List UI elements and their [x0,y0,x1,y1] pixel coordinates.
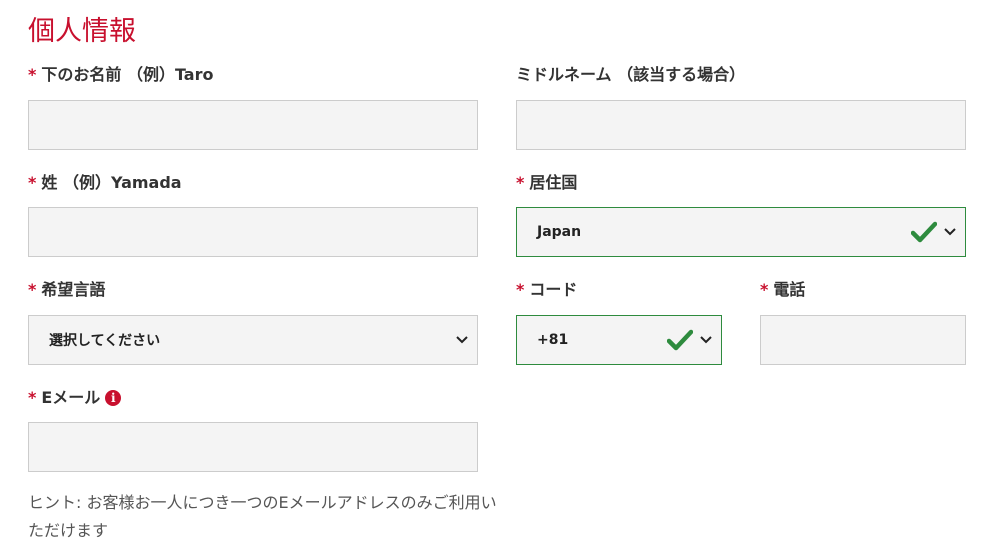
required-mark: * [516,173,525,192]
code-label-text: コード [529,280,578,299]
check-icon [911,221,937,243]
first-name-label: * 下のお名前 （例）Taro [28,65,213,85]
required-mark: * [28,65,37,84]
info-icon[interactable]: i [105,390,122,406]
code-selected-value: +81 [537,332,569,348]
check-icon [667,329,693,351]
chevron-down-icon [456,336,468,344]
code-label: * コード [516,280,577,300]
country-label-text: 居住国 [529,173,578,192]
chevron-down-icon [700,336,712,344]
last-name-input[interactable] [28,207,478,257]
phone-input[interactable] [760,315,966,365]
middle-name-input[interactable] [516,100,966,150]
phone-label: * 電話 [760,280,805,300]
code-select[interactable]: +81 [516,315,722,365]
last-name-label-text: 姓 （例）Yamada [41,173,182,192]
required-mark: * [760,280,769,299]
language-label: * 希望言語 [28,280,105,300]
country-selected-value: Japan [537,224,582,240]
first-name-input[interactable] [28,100,478,150]
language-select[interactable]: 選択してください [28,315,478,365]
required-mark: * [28,280,37,299]
required-mark: * [28,173,37,192]
email-input[interactable] [28,422,478,472]
language-label-text: 希望言語 [41,280,106,299]
middle-name-label: ミドルネーム （該当する場合） [516,65,745,85]
middle-name-label-text: ミドルネーム （該当する場合） [516,65,746,84]
phone-label-text: 電話 [773,280,806,299]
section-title: 個人情報 [28,16,136,47]
chevron-down-icon [944,228,956,236]
required-mark: * [516,280,525,299]
country-label: * 居住国 [516,173,577,193]
language-selected-value: 選択してください [49,333,161,349]
required-mark: * [28,388,37,407]
last-name-label: * 姓 （例）Yamada [28,173,182,193]
email-label-text: Eメール [41,388,101,407]
email-hint: ヒント: お客様お一人につき一つのEメールアドレスのみご利用いただけます [28,493,497,540]
first-name-label-text: 下のお名前 （例）Taro [41,65,214,84]
email-label: * Eメール i [28,388,122,408]
country-select[interactable]: Japan [516,207,966,257]
